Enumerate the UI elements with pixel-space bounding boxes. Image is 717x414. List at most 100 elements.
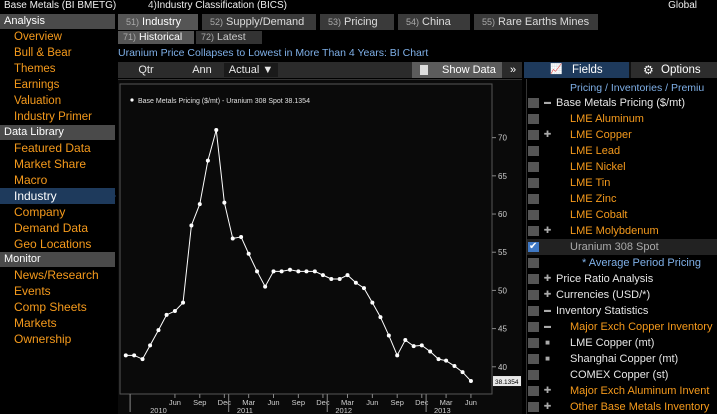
field-checkbox[interactable] [528,226,539,236]
field-checkbox[interactable] [528,306,539,316]
field-row-major-exch-aluminum-invent[interactable]: ✚ Major Exch Aluminum Invent [527,383,717,399]
show-data-button[interactable]: Show Data [412,62,502,78]
field-checkbox[interactable] [528,114,539,124]
field-row-currencies-usd[interactable]: ✚ Currencies (USD/*) [527,287,717,303]
field-row-comex-copper-st[interactable]: COMEX Copper (st) [527,367,717,383]
field-row-shanghai-copper-mt[interactable]: ■ Shanghai Copper (mt) [527,351,717,367]
field-row-lme-cobalt[interactable]: LME Cobalt [527,207,717,223]
field-checkbox[interactable] [528,210,539,220]
tab-historical[interactable]: 71) Historical [118,31,194,44]
expand-icon[interactable]: ✚ [543,130,552,139]
field-checkbox[interactable] [528,338,539,348]
field-row-major-exch-copper-inventory[interactable]: ▬ Major Exch Copper Inventory [527,319,717,335]
field-row-price-ratio-analysis[interactable]: ✚ Price Ratio Analysis [527,271,717,287]
qtr-button[interactable]: Qtr [128,63,164,77]
field-checkbox[interactable] [528,274,539,284]
field-row-lme-molybdenum[interactable]: ✚ LME Molybdenum [527,223,717,239]
actual-dropdown[interactable]: Actual ▼ [224,63,278,77]
field-checkbox[interactable] [528,194,539,204]
tab-rare-earths-mines[interactable]: 55) Rare Earths Mines [474,14,598,30]
field-checkbox[interactable] [528,354,539,364]
field-checkbox[interactable] [528,370,539,380]
data-point [214,128,219,133]
collapse-icon[interactable]: ▬ [543,306,552,315]
sidebar-item-bull-bear[interactable]: Bull & Bear [0,45,115,61]
fields-breadcrumb[interactable]: Pricing / Inventories / Premiu [570,81,704,95]
field-label: LME Zinc [570,193,617,205]
field-checkbox[interactable] [528,130,539,140]
field-row-base-metals-pricing-mt[interactable]: ▬ Base Metals Pricing ($/mt) [527,95,717,111]
field-checkbox[interactable] [528,98,539,108]
region-label[interactable]: Global [668,0,697,12]
sidebar-item-valuation[interactable]: Valuation [0,93,115,109]
tab-latest[interactable]: 72) Latest [196,31,262,44]
chart-headline[interactable]: Uranium Price Collapses to Lowest in Mor… [118,46,528,60]
square-icon[interactable]: ■ [543,354,552,363]
field-checkbox[interactable] [528,386,539,396]
field-checkbox[interactable] [528,322,539,332]
field-row-lme-zinc[interactable]: LME Zinc [527,191,717,207]
sidebar-item-demand-data[interactable]: Demand Data [0,220,115,236]
data-point [386,333,391,338]
field-checkbox[interactable] [528,239,539,255]
field-row-lme-nickel[interactable]: LME Nickel [527,159,717,175]
sub-tabs: 71) Historical 72) Latest [118,31,717,45]
field-checkbox[interactable] [528,290,539,300]
sidebar-item-industry-primer[interactable]: Industry Primer [0,109,115,125]
expand-panel-button[interactable]: » [504,62,522,78]
field-row-average-period-pricing[interactable]: * Average Period Pricing [527,255,717,271]
tab-supply-demand[interactable]: 52) Supply/Demand [202,14,316,30]
field-row-lme-aluminum[interactable]: LME Aluminum [527,111,717,127]
field-label: Shanghai Copper (mt) [570,353,679,365]
industry-classification-link[interactable]: 4)Industry Classification (BICS) [148,0,287,12]
fields-button[interactable]: 📈 Fields [524,62,629,78]
tab-pricing[interactable]: 53) Pricing [320,14,394,30]
sidebar-item-featured-data[interactable]: Featured Data [0,140,115,156]
sidebar-item-markets[interactable]: Markets [0,315,115,331]
field-checkbox[interactable] [528,178,539,188]
options-button[interactable]: ⚙ Options [631,62,717,78]
field-row-lme-copper[interactable]: ✚ LME Copper [527,127,717,143]
expand-icon[interactable]: ✚ [543,290,552,299]
sidebar-item-overview[interactable]: Overview [0,29,115,45]
sidebar-item-industry[interactable]: Industry [0,188,116,204]
sidebar-item-themes[interactable]: Themes [0,61,115,77]
data-point [329,276,334,281]
field-row-uranium-308-spot[interactable]: Uranium 308 Spot [527,239,717,255]
field-row-inventory-statistics[interactable]: ▬ Inventory Statistics [527,303,717,319]
square-icon[interactable]: ■ [543,338,552,347]
sidebar-item-market-share[interactable]: Market Share [0,156,115,172]
field-checkbox[interactable] [528,162,539,172]
data-point [287,267,292,272]
sidebar-item-events[interactable]: Events [0,283,115,299]
field-checkbox[interactable] [528,402,539,412]
sidebar-item-macro[interactable]: Macro [0,172,115,188]
sidebar-analysis-list: Overview Bull & Bear Themes Earnings Valuati… [0,29,115,125]
sidebar-item-geo-locations[interactable]: Geo Locations [0,236,115,252]
expand-icon[interactable]: ✚ [543,386,552,395]
ann-button[interactable]: Ann [182,63,222,77]
sidebar-item-company[interactable]: Company [0,204,115,220]
sidebar-item-earnings[interactable]: Earnings [0,77,115,93]
collapse-icon[interactable]: ▬ [543,322,552,331]
y-tick-label: 65 [498,172,507,181]
expand-icon[interactable]: ✚ [543,226,552,235]
field-row-lme-lead[interactable]: LME Lead [527,143,717,159]
expand-icon[interactable]: ✚ [543,402,552,411]
sidebar-item-ownership[interactable]: Ownership [0,331,115,347]
expand-icon[interactable]: ✚ [543,274,552,283]
collapse-icon[interactable]: ▬ [543,98,552,107]
field-row-other-base-metals-inventory[interactable]: ✚ Other Base Metals Inventory [527,399,717,414]
price-chart[interactable]: 40 45 50 55 60 65 70 Jun Sep Dec Mar Jun Sep Dec Mar Ju… [118,79,522,414]
tab-industry[interactable]: 51) Industry [118,14,198,30]
x-year-label: 2012 [335,406,352,414]
field-row-lme-tin[interactable]: LME Tin [527,175,717,191]
field-checkbox[interactable] [528,146,539,156]
field-label: LME Lead [570,145,621,157]
tab-china[interactable]: 54) China [398,14,470,30]
x-tick-label: Jun [366,398,378,407]
field-checkbox[interactable] [528,258,539,268]
field-row-lme-copper-mt[interactable]: ■ LME Copper (mt) [527,335,717,351]
sidebar-item-comp-sheets[interactable]: Comp Sheets [0,299,115,315]
sidebar-item-news-research[interactable]: News/Research [0,267,115,283]
